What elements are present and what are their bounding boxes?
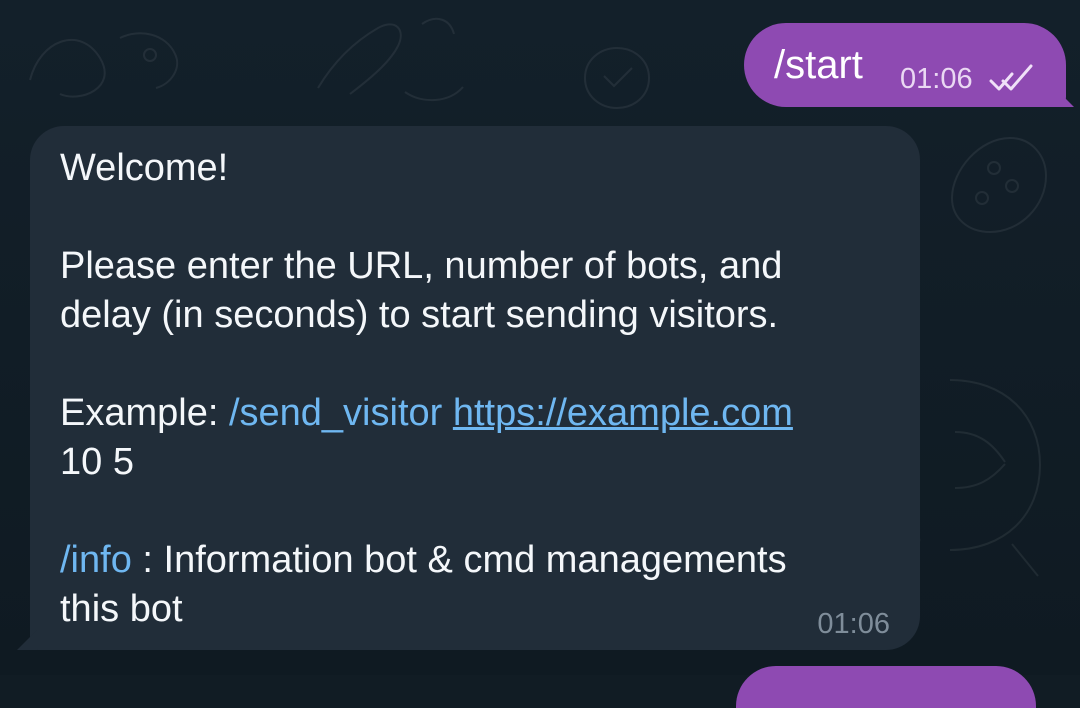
background-doodle [949,379,1042,577]
background-doodle [29,32,179,98]
background-doodle [317,17,464,102]
info-description: : Information bot & cmd managements [142,539,787,581]
instruction-line-2: delay (in seconds) to start sending visi… [60,294,779,336]
incoming-message-bubble[interactable]: Welcome! Please enter the URL, number of… [17,126,920,650]
outgoing-message-time: 01:06 [900,63,973,95]
instruction-line-1: Please enter the URL, number of bots, an… [60,245,783,287]
outgoing-message-bubble[interactable]: /start 01:06 [744,23,1074,107]
next-outgoing-message-bubble[interactable] [736,666,1036,708]
background-doodle [950,136,1048,234]
welcome-text: Welcome! [60,147,229,189]
outgoing-message-text: /start [774,43,863,87]
example-url-link[interactable]: https://example.com [453,392,793,434]
info-description-continued: this bot [60,588,183,630]
info-command-link[interactable]: /info [60,539,132,581]
example-label: Example: [60,392,219,434]
example-line: Example: /send_visitor https://example.c… [60,389,793,437]
send-visitor-command-link[interactable]: /send_visitor [229,392,442,434]
info-line: /info : Information bot & cmd management… [60,536,787,584]
example-values: 10 5 [60,441,134,483]
background-doodle [583,46,651,110]
incoming-message-time: 01:06 [817,608,890,640]
double-check-icon [989,64,1033,91]
